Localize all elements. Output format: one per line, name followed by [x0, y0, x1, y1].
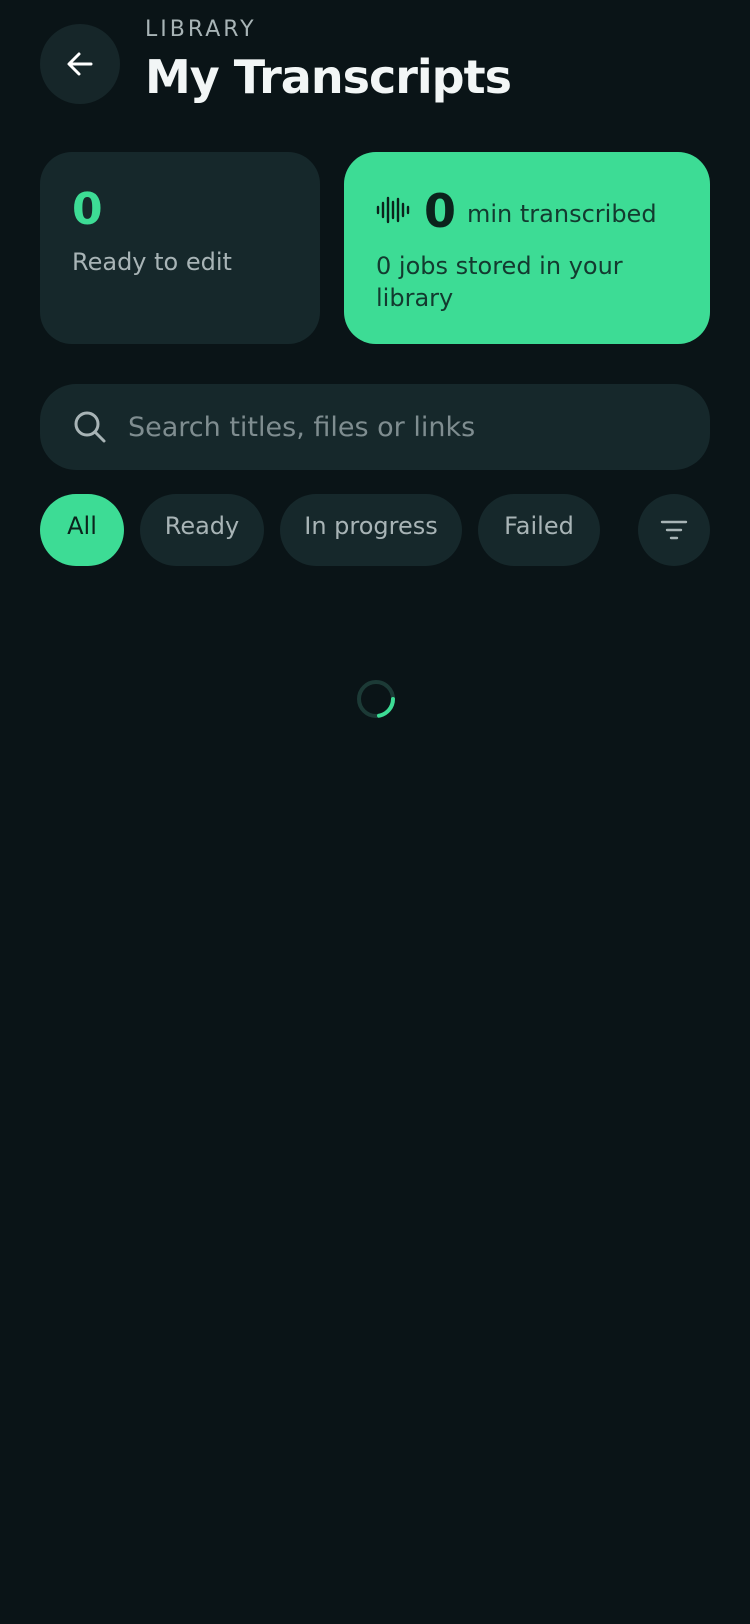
chip-label: Ready: [164, 512, 240, 540]
minutes-stat-card: 0 min transcribed 0 jobs stored in your …: [344, 152, 710, 344]
jobs-stored-text: 0 jobs stored in your library: [376, 252, 623, 312]
filter-lines-icon: [660, 520, 688, 540]
library-screen: LIBRARY My Transcripts 0 Ready to edit 0…: [0, 0, 750, 1624]
loading-spinner: [357, 680, 395, 718]
chip-label: Failed: [504, 512, 574, 540]
minutes-count: 0: [424, 184, 457, 238]
search-input[interactable]: [128, 397, 710, 457]
filter-chip-ready[interactable]: Ready: [140, 494, 264, 566]
back-button[interactable]: [40, 24, 120, 104]
filter-chip-failed[interactable]: Failed: [478, 494, 600, 566]
filter-chip-in-progress[interactable]: In progress: [280, 494, 462, 566]
search-icon: [74, 411, 106, 443]
sort-filter-button[interactable]: [638, 494, 710, 566]
minutes-unit: min transcribed: [467, 200, 657, 228]
chip-label: In progress: [304, 512, 438, 540]
ready-label: Ready to edit: [72, 248, 232, 276]
filter-chip-all[interactable]: All: [40, 494, 124, 566]
arrow-left-icon: [67, 52, 93, 76]
page-title: My Transcripts: [145, 50, 512, 104]
chip-label: All: [67, 512, 97, 540]
ready-stat-card: 0 Ready to edit: [40, 152, 320, 344]
audio-waveform-icon: [376, 196, 410, 224]
ready-count: 0: [72, 184, 103, 235]
search-bar[interactable]: [40, 384, 710, 470]
section-eyebrow: LIBRARY: [145, 17, 257, 42]
